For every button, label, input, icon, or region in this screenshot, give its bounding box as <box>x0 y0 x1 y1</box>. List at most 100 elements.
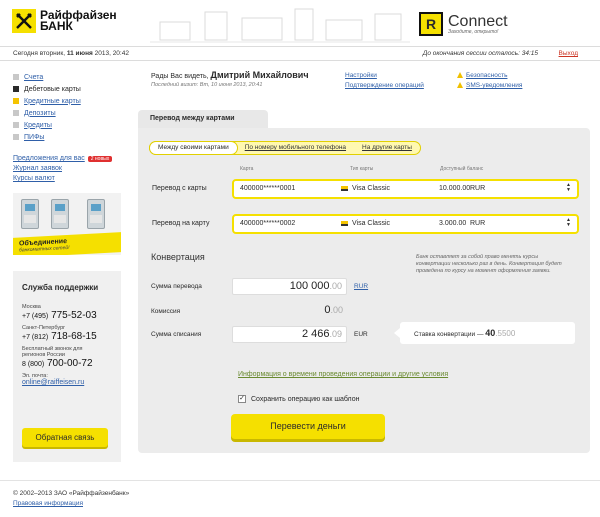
raiffeisen-gable-icon <box>12 9 36 33</box>
support-title: Служба поддержки <box>22 283 99 292</box>
journal-link[interactable]: Журнал заявок <box>13 164 123 174</box>
today-info: Сегодня вторник, 11 июня 2013, 20:42 <box>13 47 129 60</box>
session-remaining-value: 34:15 <box>521 50 538 57</box>
header-illustration <box>150 8 410 43</box>
moscow-phone: +7 (495) 775-52-03 <box>22 310 112 321</box>
atm-banner-ribbon: Объединение банкоматных сетей! <box>13 232 121 255</box>
conversion-title: Конвертация <box>151 252 205 262</box>
visa-card-icon <box>341 221 348 226</box>
to-card-number: 400000******0002 <box>240 220 296 227</box>
from-card-label: Перевод с карты <box>152 185 207 192</box>
select-arrows-icon: ▲ ▼ <box>566 182 571 193</box>
session-bar: Сегодня вторник, 11 июня 2013, 20:42 До … <box>0 46 600 61</box>
subtab-mobile-number[interactable]: По номеру мобильного телефона <box>237 142 354 154</box>
nav-item-loans[interactable]: Кредиты <box>13 119 123 131</box>
atm-icon <box>87 199 105 229</box>
settings-links: Настройки Подтверждение операций <box>345 71 424 91</box>
rates-link[interactable]: Курсы валют <box>13 174 123 184</box>
sms-link[interactable]: SMS-уведомления <box>466 82 522 89</box>
transfer-money-button[interactable]: Перевести деньги <box>231 414 385 439</box>
to-card-currency: RUR <box>470 220 486 227</box>
greeting: Рады Вас видеть, <box>151 73 209 80</box>
from-card-number: 400000******0001 <box>240 185 296 192</box>
nav-item-funds[interactable]: ПИФы <box>13 131 123 143</box>
connect-r-icon: R <box>419 12 443 36</box>
amount-value: 100 000 <box>289 280 330 292</box>
security-link[interactable]: Безопасность <box>466 72 507 79</box>
tab-card-transfer[interactable]: Перевод между картами <box>138 110 268 128</box>
support-panel: Служба поддержки Москва +7 (495) 775-52-… <box>13 271 121 462</box>
nav-item-deposits[interactable]: Депозиты <box>13 107 123 119</box>
nav-item-label[interactable]: Дебетовые карты <box>24 86 81 93</box>
amount-currency-link[interactable]: RUR <box>354 283 368 290</box>
user-name: Дмитрий Михайлович <box>210 70 309 80</box>
sms-row: SMS-уведомления <box>457 81 522 91</box>
atm-icon <box>21 199 39 229</box>
warning-icon <box>457 72 463 78</box>
logout-link[interactable]: Выход <box>559 47 578 60</box>
loan-icon <box>13 122 19 128</box>
nav-item-label[interactable]: Кредиты <box>24 122 52 129</box>
nav-item-credit-cards[interactable]: Кредитные карты <box>13 95 123 107</box>
transfer-subtabs: Между своими картами По номеру мобильног… <box>149 141 421 155</box>
column-card: Карта <box>240 166 254 172</box>
spb-phone: +7 (812) 718-68-15 <box>22 331 112 342</box>
transfer-panel: Между своими картами По номеру мобильног… <box>138 128 590 453</box>
free-number: 700-00-72 <box>46 358 93 369</box>
bank-name: Райффайзен БАНК <box>40 9 117 33</box>
confirmation-link[interactable]: Подтверждение операций <box>345 81 424 91</box>
select-arrows-icon: ▲ ▼ <box>566 217 571 228</box>
spb-code: +7 (812) <box>22 334 49 341</box>
copyright: © 2002–2013 ЗАО «Райффайзенбанк» <box>13 490 130 497</box>
to-card-label: Перевод на карту <box>152 220 210 227</box>
header: Райффайзен БАНК R Connect Заходите, откр… <box>0 0 600 46</box>
nav-item-label[interactable]: Счета <box>24 74 43 81</box>
bank-logo[interactable]: Райффайзен БАНК <box>12 9 117 33</box>
rate-cents: .5500 <box>495 329 516 338</box>
save-template-checkbox[interactable]: ✓ <box>238 395 246 403</box>
bank-name-line2: БАНК <box>40 19 73 33</box>
debit-currency: EUR <box>354 331 368 338</box>
debit-label: Сумма списания <box>151 331 202 338</box>
atm-icon <box>51 199 69 229</box>
rate-label: Ставка конвертации — <box>414 331 484 338</box>
debit-input[interactable]: 2 466.09 <box>232 326 347 343</box>
footer: © 2002–2013 ЗАО «Райффайзенбанк» Правова… <box>13 489 129 509</box>
from-card-currency: RUR <box>470 185 486 192</box>
amount-input[interactable]: 100 000.00 <box>232 278 347 295</box>
from-card-select[interactable]: 400000******0001 Visa Classic 10.000.00 … <box>232 179 579 199</box>
support-email-link[interactable]: online@raiffeisen.ru <box>22 379 112 386</box>
security-row: Безопасность <box>457 71 522 81</box>
settings-link[interactable]: Настройки <box>345 71 424 81</box>
today-time: 2013, 20:42 <box>94 50 129 57</box>
nav-item-label[interactable]: Депозиты <box>24 110 56 117</box>
left-navigation: Счета Дебетовые карты Кредитные карты Де… <box>13 71 123 143</box>
to-card-select[interactable]: 400000******0002 Visa Classic 3.000.00 R… <box>232 214 579 234</box>
offers-link[interactable]: Предложения для вас <box>13 155 85 162</box>
debit-card-icon <box>13 86 19 92</box>
nav-item-accounts[interactable]: Счета <box>13 71 123 83</box>
nav-item-debit-cards[interactable]: Дебетовые карты <box>13 83 123 95</box>
subtab-other-cards[interactable]: На другие карты <box>354 142 420 154</box>
subtab-own-cards[interactable]: Между своими картами <box>150 142 237 154</box>
today-date: 11 июня <box>66 50 93 57</box>
atm-promo-banner[interactable]: Объединение банкоматных сетей! <box>13 193 121 255</box>
feedback-button[interactable]: Обратная связь <box>22 428 108 447</box>
moscow-code: +7 (495) <box>22 313 49 320</box>
save-template-row[interactable]: ✓ Сохранить операцию как шаблон <box>238 395 359 403</box>
warning-icon <box>457 82 463 88</box>
free-phone: 8 (800) 700-00-72 <box>22 358 112 369</box>
fee-value-box: 0.00 <box>232 303 347 320</box>
operation-info-link[interactable]: Информация о времени проведения операции… <box>238 371 448 378</box>
conversion-rate-box: Ставка конвертации — 40.5500 <box>394 322 575 344</box>
extra-links: Предложения для вас 2 новых Журнал заявок… <box>13 154 123 184</box>
debit-cents: .09 <box>329 329 342 339</box>
nav-item-label[interactable]: ПИФы <box>24 134 44 141</box>
debit-value: 2 466 <box>301 328 330 340</box>
last-visit: Последний визит: Вт, 10 июня 2013, 20:41 <box>151 82 263 88</box>
security-links: Безопасность SMS-уведомления <box>457 71 522 91</box>
nav-item-label[interactable]: Кредитные карты <box>24 98 81 105</box>
session-remaining-label: До окончания сессии осталось: <box>422 50 520 57</box>
legal-info-link[interactable]: Правовая информация <box>13 499 129 509</box>
free-code: 8 (800) <box>22 361 45 368</box>
